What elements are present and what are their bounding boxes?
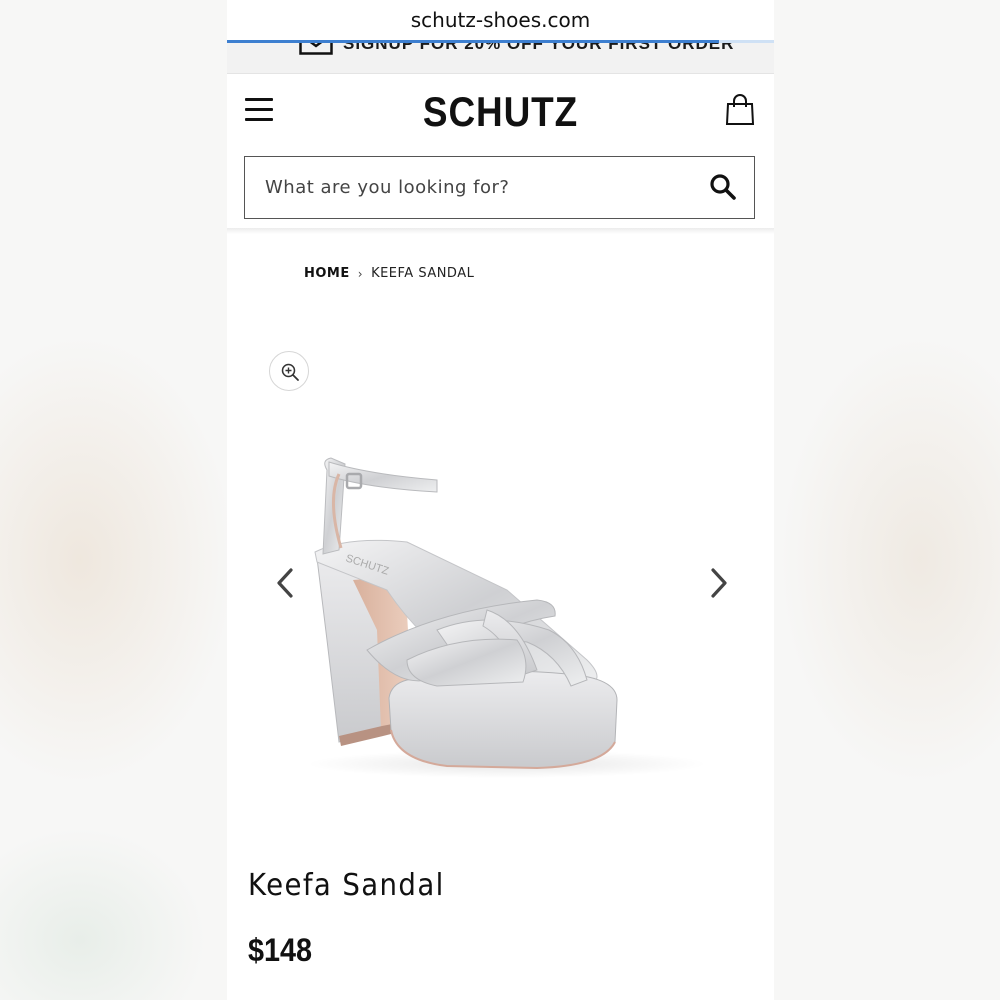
- breadcrumb-separator: ›: [357, 266, 364, 281]
- product-image-sandal: SCHUTZ: [307, 457, 707, 778]
- product-image-gallery[interactable]: SCHUTZ: [287, 430, 727, 790]
- shopping-bag-icon: [725, 94, 755, 125]
- promo-banner[interactable]: SIGNUP FOR 20% OFF YOUR FIRST ORDER: [227, 43, 774, 74]
- search-button[interactable]: [709, 173, 739, 203]
- search-bar: [244, 156, 755, 219]
- product-price: $148: [248, 932, 313, 968]
- promo-banner-text: SIGNUP FOR 20% OFF YOUR FIRST ORDER: [343, 43, 735, 53]
- mobile-browser-viewport: schutz-shoes.com SIGNUP FOR 20% OFF YOUR…: [227, 0, 774, 1000]
- zoom-in-icon: [281, 363, 299, 381]
- search-icon: [710, 174, 736, 200]
- breadcrumb-home-link[interactable]: HOME: [304, 266, 350, 281]
- breadcrumb: HOME › KEEFA SANDAL: [304, 266, 474, 281]
- envelope-icon: [299, 43, 333, 55]
- header-divider: [227, 228, 774, 234]
- site-header: SCHUTZ: [227, 74, 774, 150]
- zoom-button[interactable]: [269, 351, 309, 391]
- url-text: schutz-shoes.com: [410, 8, 591, 32]
- breadcrumb-current-page: KEEFA SANDAL: [371, 266, 475, 281]
- schutz-logo[interactable]: SCHUTZ: [260, 88, 741, 136]
- product-title: Keefa Sandal: [248, 868, 445, 903]
- search-input[interactable]: [265, 157, 685, 217]
- shopping-bag-button[interactable]: [725, 94, 757, 128]
- browser-address-bar[interactable]: schutz-shoes.com: [227, 0, 774, 44]
